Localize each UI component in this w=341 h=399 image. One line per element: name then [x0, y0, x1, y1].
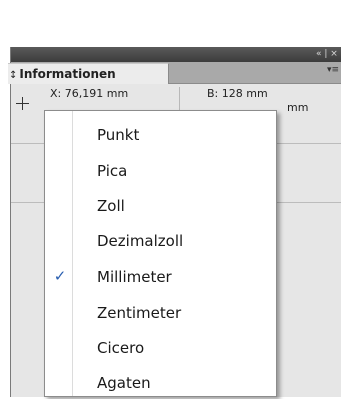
- menu-item-label: Zoll: [97, 197, 125, 215]
- menu-item-dezimalzoll[interactable]: Dezimalzoll: [45, 225, 276, 257]
- check-icon: [51, 194, 69, 216]
- check-icon: [51, 123, 69, 145]
- tab-informationen[interactable]: ↕ Informationen: [8, 63, 169, 84]
- menu-item-millimeter[interactable]: ✓ Millimeter: [45, 261, 276, 293]
- expand-arrows-icon: ↕: [9, 70, 18, 81]
- panel-titlebar: « | ×: [11, 47, 341, 62]
- check-icon: [51, 159, 69, 181]
- x-coordinate-readout: X: 76,191 mm: [50, 87, 129, 100]
- menu-item-zentimeter[interactable]: Zentimeter: [45, 297, 276, 329]
- menu-item-label: Dezimalzoll: [97, 232, 184, 250]
- check-icon: [51, 229, 69, 251]
- menu-item-pica[interactable]: Pica: [45, 155, 276, 187]
- menu-item-agaten[interactable]: Agaten: [45, 367, 276, 399]
- menu-item-punkt[interactable]: Punkt: [45, 119, 276, 151]
- menu-item-label: Zentimeter: [97, 304, 182, 322]
- menu-item-label: Cicero: [97, 339, 145, 357]
- check-icon: [51, 371, 69, 393]
- menu-item-label: Punkt: [97, 126, 140, 144]
- height-unit-readout: mm: [287, 101, 309, 114]
- menu-item-label: Agaten: [97, 374, 151, 392]
- check-icon: [51, 301, 69, 323]
- collapse-icon[interactable]: « | ×: [316, 48, 338, 61]
- panel-menu-icon[interactable]: ▾≡: [327, 65, 339, 75]
- check-icon: ✓: [53, 267, 67, 285]
- menu-item-cicero[interactable]: Cicero: [45, 332, 276, 364]
- menu-item-label: Millimeter: [97, 268, 172, 286]
- tab-label: Informationen: [19, 67, 116, 81]
- menu-item-zoll[interactable]: Zoll: [45, 190, 276, 222]
- units-dropdown-menu: Punkt Pica Zoll Dezimalzoll ✓ Millimeter…: [44, 110, 277, 397]
- panel-tab-row: ↕ Informationen ▾≡: [8, 62, 341, 84]
- menu-item-label: Pica: [97, 162, 128, 180]
- width-readout: B: 128 mm: [207, 87, 268, 100]
- check-icon: [51, 336, 69, 358]
- crosshair-icon[interactable]: [16, 97, 30, 111]
